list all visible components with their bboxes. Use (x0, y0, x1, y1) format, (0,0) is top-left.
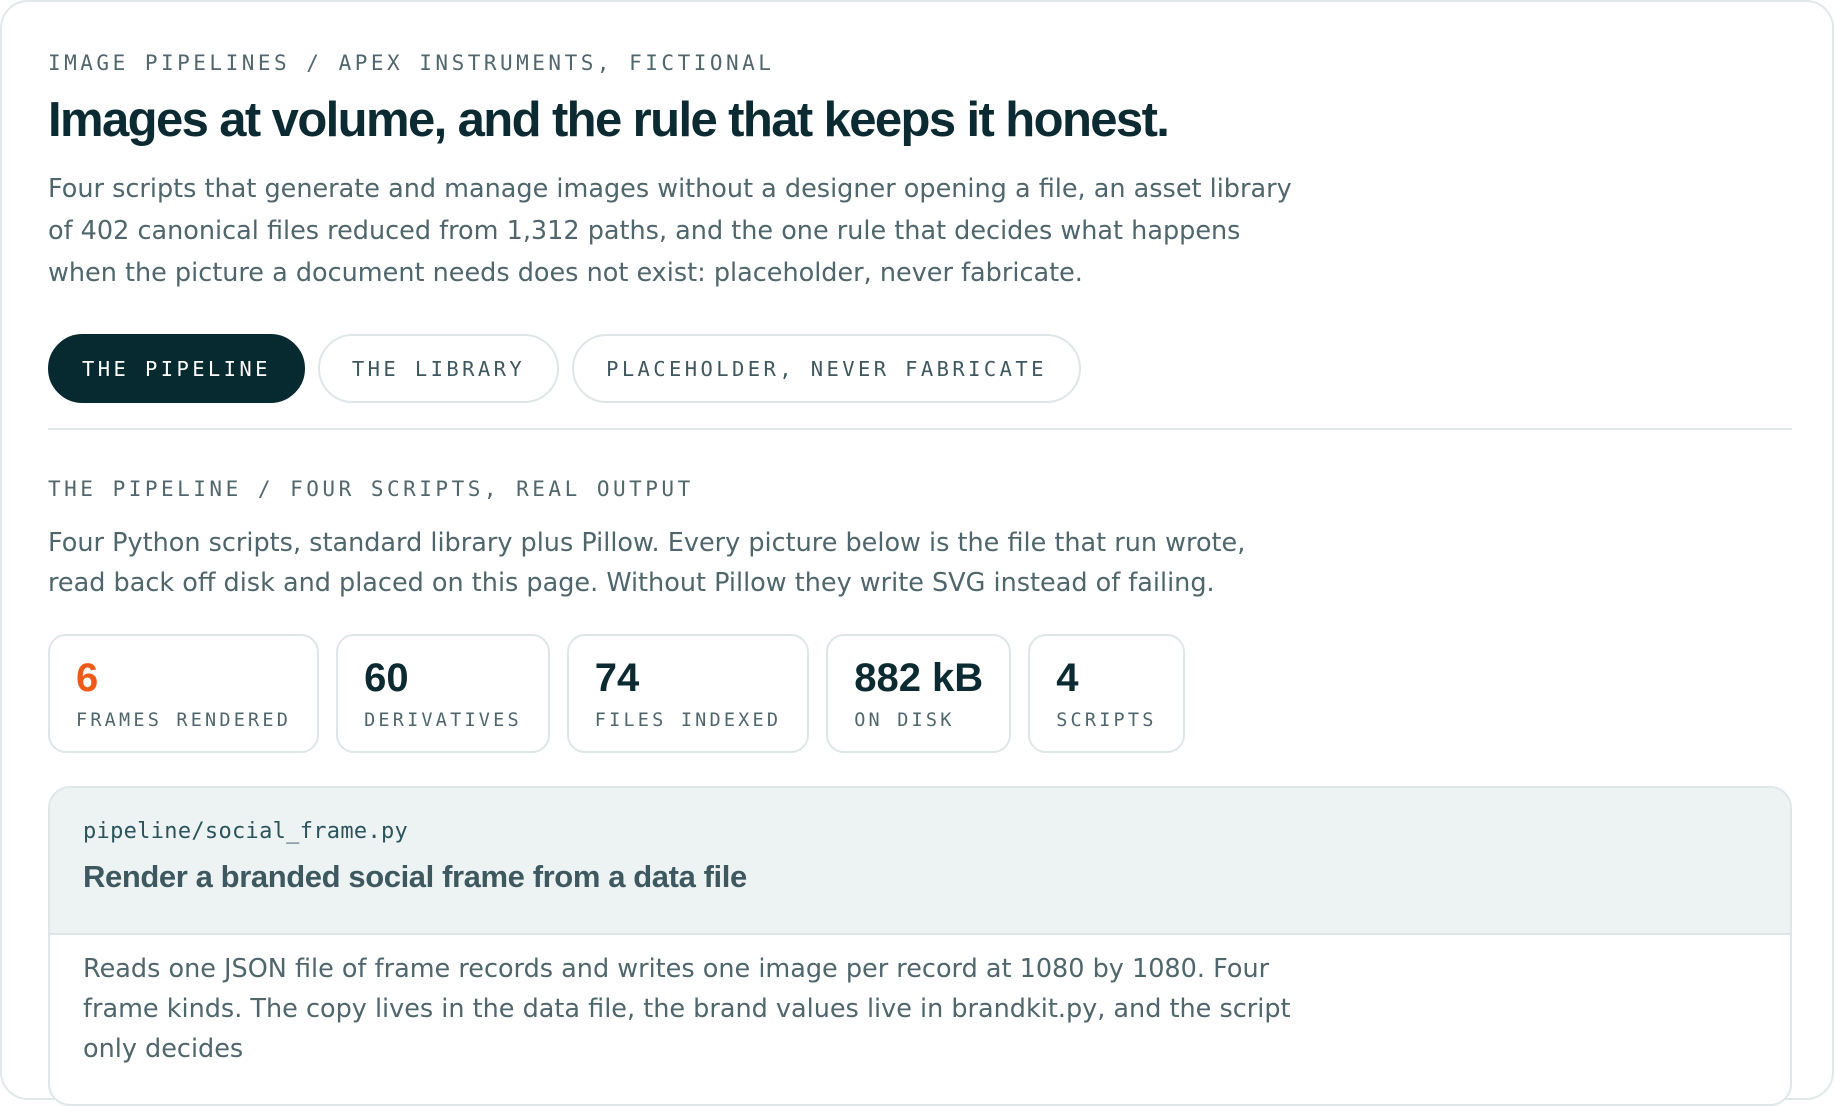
stat-derivatives: 60 DERIVATIVES (336, 634, 550, 753)
script-title: Render a branded social frame from a dat… (83, 859, 747, 894)
stat-label: ON DISK (854, 710, 955, 731)
script-path: pipeline/social_frame.py (83, 819, 409, 844)
tab-library[interactable]: THE LIBRARY (317, 334, 560, 403)
section-eyebrow: THE PIPELINE / FOUR SCRIPTS, REAL OUTPUT (48, 477, 694, 501)
stat-value: 74 (594, 656, 640, 700)
tab-bar: THE PIPELINE THE LIBRARY PLACEHOLDER, NE… (48, 334, 1081, 403)
stat-value: 4 (1056, 656, 1079, 700)
stat-label: DERIVATIVES (364, 710, 522, 731)
stat-frames-rendered: 6 FRAMES RENDERED (48, 634, 320, 753)
stat-scripts: 4 SCRIPTS (1028, 634, 1185, 753)
stat-files-indexed: 74 FILES INDEXED (566, 634, 810, 753)
page-title: Images at volume, and the rule that keep… (48, 93, 1170, 147)
page-frame: IMAGE PIPELINES / APEX INSTRUMENTS, FICT… (0, 0, 1834, 1106)
tab-pipeline[interactable]: THE PIPELINE (48, 334, 305, 403)
divider (48, 428, 1792, 430)
tab-placeholder[interactable]: PLACEHOLDER, NEVER FABRICATE (572, 334, 1081, 403)
page-lede: Four scripts that generate and manage im… (48, 174, 1292, 288)
script-card: pipeline/social_frame.py Render a brande… (48, 786, 1792, 1106)
stat-value: 882 kB (854, 656, 984, 700)
stat-label: SCRIPTS (1056, 710, 1157, 731)
script-description: Reads one JSON file of frame records and… (83, 954, 1291, 1064)
stat-value: 6 (76, 656, 99, 700)
stats-row: 6 FRAMES RENDERED 60 DERIVATIVES 74 FILE… (48, 634, 1185, 753)
page-eyebrow: IMAGE PIPELINES / APEX INSTRUMENTS, FICT… (48, 51, 775, 75)
stat-on-disk: 882 kB ON DISK (826, 634, 1012, 753)
stat-label: FRAMES RENDERED (76, 710, 292, 731)
stat-label: FILES INDEXED (594, 710, 782, 731)
script-card-header: pipeline/social_frame.py Render a brande… (50, 788, 1790, 935)
section-description: Four Python scripts, standard library pl… (48, 528, 1246, 598)
stat-value: 60 (364, 656, 409, 700)
